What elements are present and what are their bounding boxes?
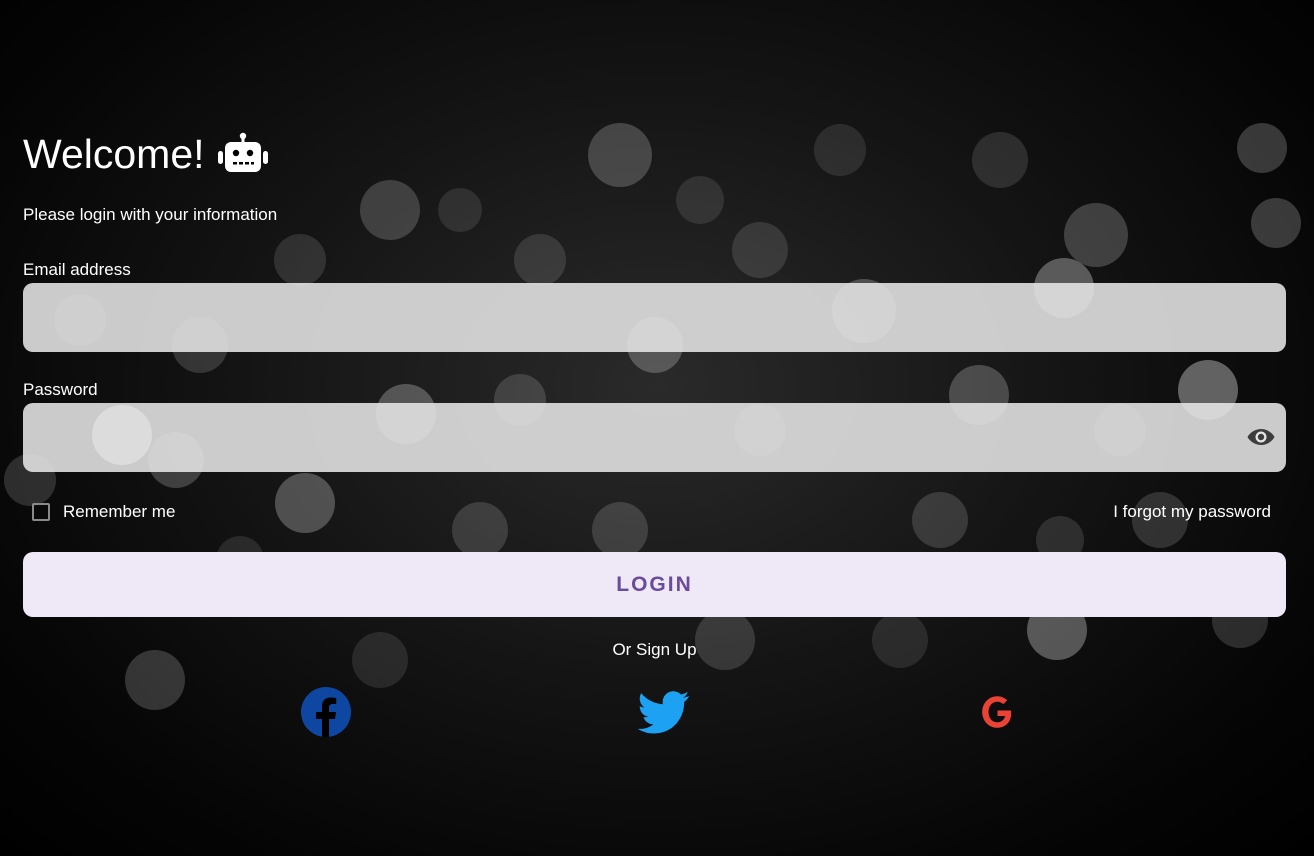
login-button-label: LOGIN: [616, 572, 693, 596]
remember-me-label: Remember me: [63, 502, 176, 521]
or-sign-up-text: Or Sign Up: [612, 640, 697, 659]
forgot-password-link[interactable]: I forgot my password: [1113, 500, 1271, 524]
login-screen: Welcome! Please login with your informat…: [0, 0, 1314, 856]
password-field[interactable]: [39, 403, 1233, 474]
login-form-container: Welcome! Please login with your informat…: [23, 0, 1286, 856]
email-field-container: [23, 283, 1286, 354]
twitter-icon[interactable]: [637, 686, 690, 738]
remember-me[interactable]: Remember me: [32, 500, 175, 524]
remember-me-checkbox[interactable]: [32, 503, 50, 521]
password-field-container: [23, 403, 1286, 474]
facebook-icon[interactable]: [300, 686, 352, 738]
eye-icon[interactable]: [1246, 425, 1276, 449]
login-button[interactable]: LOGIN: [23, 552, 1286, 617]
header: Welcome!: [23, 128, 269, 180]
page-title: Welcome!: [23, 131, 205, 177]
email-field[interactable]: [39, 283, 1233, 354]
email-label: Email address: [23, 260, 131, 279]
page-subtitle: Please login with your information: [23, 205, 278, 224]
password-label: Password: [23, 380, 98, 399]
robot-icon: [217, 132, 269, 176]
google-icon[interactable]: [971, 686, 1023, 738]
